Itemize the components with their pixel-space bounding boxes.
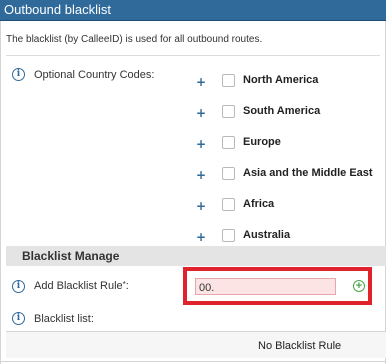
expand-plus-icon[interactable]: + <box>196 75 206 89</box>
europe-checkbox[interactable] <box>222 136 235 149</box>
country-name: North America <box>243 74 319 86</box>
south-america-checkbox[interactable] <box>222 105 235 118</box>
expand-plus-icon[interactable]: + <box>196 168 206 182</box>
country-name: Europe <box>243 136 281 148</box>
australia-checkbox[interactable] <box>222 229 235 242</box>
country-row-europe: + Europe <box>196 136 381 156</box>
country-name: Asia and the Middle East <box>243 167 373 179</box>
country-name: Africa <box>243 198 275 210</box>
add-circle-icon[interactable]: + <box>353 280 365 292</box>
country-row-asia-middle-east: + Asia and the Middle East <box>196 167 381 187</box>
info-icon[interactable]: i <box>12 312 25 325</box>
country-row-africa: + Africa <box>196 198 381 218</box>
section-header-blacklist-manage: Blacklist Manage <box>6 246 386 266</box>
expand-plus-icon[interactable]: + <box>196 199 206 213</box>
description-text: The blacklist (by CalleeID) is used for … <box>6 34 263 45</box>
country-name: Australia <box>243 229 291 241</box>
label-colon: : <box>125 280 129 292</box>
info-icon[interactable]: i <box>12 68 25 81</box>
asia-middle-east-checkbox[interactable] <box>222 167 235 180</box>
expand-plus-icon[interactable]: + <box>196 137 206 151</box>
bottom-border <box>0 361 386 362</box>
blacklist-list-label: Blacklist list: <box>34 313 94 325</box>
info-icon[interactable]: i <box>12 280 25 293</box>
country-row-north-america: + North America <box>196 74 381 94</box>
north-america-checkbox[interactable] <box>222 74 235 87</box>
divider <box>6 55 380 56</box>
country-name: South America <box>243 105 321 117</box>
add-blacklist-rule-input[interactable] <box>195 278 336 295</box>
expand-plus-icon[interactable]: + <box>196 106 206 120</box>
country-codes-label: Optional Country Codes: <box>34 69 155 81</box>
expand-plus-icon[interactable]: + <box>196 230 206 244</box>
add-rule-label-text: Add Blacklist Rule <box>34 280 123 292</box>
africa-checkbox[interactable] <box>222 198 235 211</box>
add-rule-label: Add Blacklist Rule*: <box>34 280 129 292</box>
country-row-south-america: + South America <box>196 105 381 125</box>
empty-list-message: No Blacklist Rule <box>258 340 342 352</box>
page-title: Outbound blacklist <box>0 0 386 21</box>
blacklist-table: No Blacklist Rule <box>6 331 386 358</box>
